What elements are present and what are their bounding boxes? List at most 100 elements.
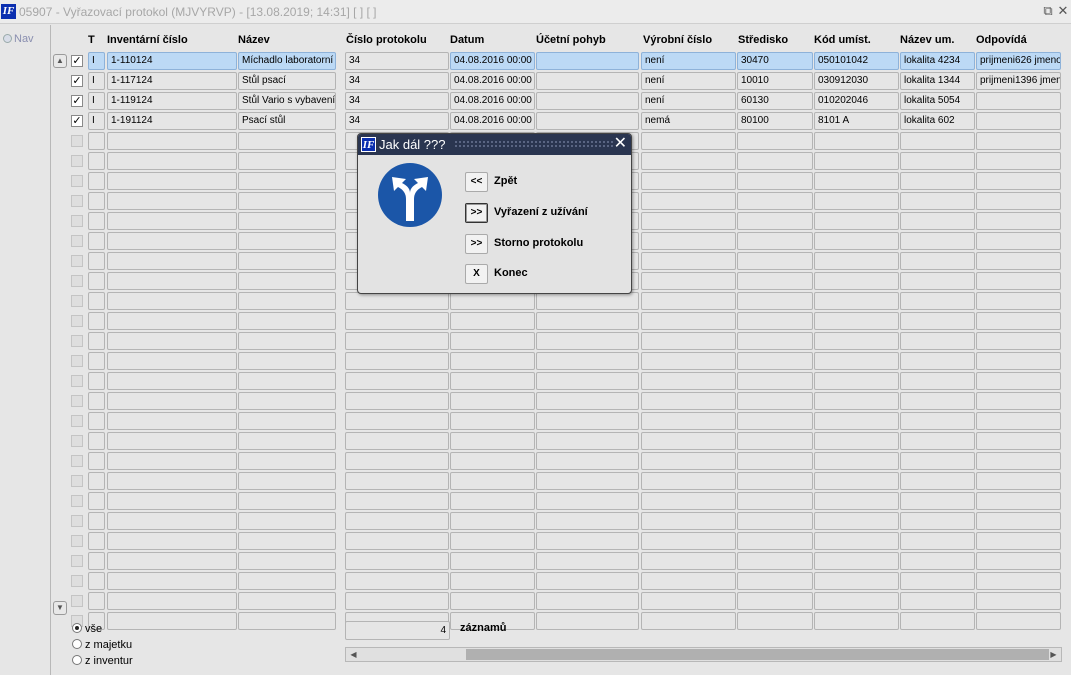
cell-kod[interactable]: 030912030 — [814, 72, 899, 90]
cell-kod[interactable] — [814, 572, 899, 590]
cell-pohyb[interactable] — [536, 532, 639, 550]
cell-kod[interactable] — [814, 212, 899, 230]
cell-inv[interactable]: 1-119124 — [107, 92, 237, 110]
cell-t[interactable] — [88, 412, 105, 430]
cell-pohyb[interactable] — [536, 312, 639, 330]
cell-vyrobni[interactable] — [641, 332, 736, 350]
dialog-titlebar[interactable]: IF Jak dál ??? ✕ — [358, 134, 631, 155]
cell-kod[interactable] — [814, 252, 899, 270]
row-checkbox[interactable] — [71, 335, 83, 347]
cell-pohyb[interactable] — [536, 392, 639, 410]
cell-datum[interactable] — [450, 412, 535, 430]
cell-vyrobni[interactable] — [641, 592, 736, 610]
cell-inv[interactable] — [107, 272, 237, 290]
close-window-icon[interactable]: ✕ — [1056, 4, 1070, 18]
cell-inv[interactable] — [107, 572, 237, 590]
cell-kod[interactable] — [814, 512, 899, 530]
cell-datum[interactable] — [450, 512, 535, 530]
cell-nazev[interactable] — [238, 172, 336, 190]
cell-stredisko[interactable] — [737, 352, 813, 370]
cell-t[interactable] — [88, 592, 105, 610]
cell-inv[interactable] — [107, 212, 237, 230]
row-checkbox[interactable] — [71, 435, 83, 447]
cell-datum[interactable] — [450, 312, 535, 330]
konec-button[interactable]: X — [465, 264, 488, 284]
cell-stredisko[interactable] — [737, 592, 813, 610]
cell-inv[interactable] — [107, 492, 237, 510]
cell-kod[interactable] — [814, 532, 899, 550]
restore-icon[interactable]: ⧉ — [1041, 4, 1055, 18]
cell-vyrobni[interactable] — [641, 612, 736, 630]
cell-pohyb[interactable] — [536, 612, 639, 630]
cell-nazev_um[interactable] — [900, 472, 975, 490]
cell-inv[interactable] — [107, 152, 237, 170]
cell-odpovida[interactable] — [976, 412, 1061, 430]
cell-kod[interactable]: 050101042 — [814, 52, 899, 70]
cell-kod[interactable]: 8101 A — [814, 112, 899, 130]
cell-t[interactable] — [88, 212, 105, 230]
cell-odpovida[interactable] — [976, 552, 1061, 570]
cell-vyrobni[interactable]: není — [641, 72, 736, 90]
cell-stredisko[interactable] — [737, 452, 813, 470]
cell-nazev_um[interactable]: lokalita 4234 — [900, 52, 975, 70]
cell-stredisko[interactable] — [737, 372, 813, 390]
cell-nazev[interactable] — [238, 212, 336, 230]
cell-inv[interactable] — [107, 472, 237, 490]
cell-protokol[interactable] — [345, 412, 449, 430]
cell-kod[interactable] — [814, 472, 899, 490]
cell-odpovida[interactable] — [976, 592, 1061, 610]
dialog-close-icon[interactable]: ✕ — [614, 135, 627, 153]
cell-nazev[interactable] — [238, 152, 336, 170]
cell-kod[interactable] — [814, 492, 899, 510]
cell-t[interactable] — [88, 152, 105, 170]
cell-t[interactable] — [88, 352, 105, 370]
cell-t[interactable] — [88, 532, 105, 550]
cell-t[interactable] — [88, 472, 105, 490]
cell-inv[interactable] — [107, 192, 237, 210]
cell-inv[interactable] — [107, 432, 237, 450]
cell-stredisko[interactable] — [737, 272, 813, 290]
cell-t[interactable]: I — [88, 72, 105, 90]
row-checkbox[interactable] — [71, 535, 83, 547]
cell-vyrobni[interactable] — [641, 252, 736, 270]
cell-t[interactable] — [88, 132, 105, 150]
cell-nazev_um[interactable] — [900, 572, 975, 590]
cell-datum[interactable] — [450, 572, 535, 590]
cell-t[interactable] — [88, 312, 105, 330]
cell-kod[interactable] — [814, 332, 899, 350]
cell-nazev_um[interactable] — [900, 432, 975, 450]
cell-protokol[interactable] — [345, 492, 449, 510]
cell-protokol[interactable] — [345, 532, 449, 550]
row-checkbox[interactable] — [71, 355, 83, 367]
cell-nazev[interactable] — [238, 132, 336, 150]
cell-t[interactable] — [88, 512, 105, 530]
cell-odpovida[interactable] — [976, 432, 1061, 450]
cell-odpovida[interactable] — [976, 472, 1061, 490]
cell-nazev[interactable] — [238, 272, 336, 290]
row-checkbox[interactable]: ✓ — [71, 75, 83, 87]
filter-option-vse[interactable]: vše — [72, 623, 102, 635]
cell-t[interactable] — [88, 432, 105, 450]
cell-inv[interactable] — [107, 612, 237, 630]
cell-kod[interactable] — [814, 352, 899, 370]
cell-odpovida[interactable] — [976, 132, 1061, 150]
cell-stredisko[interactable] — [737, 612, 813, 630]
cell-stredisko[interactable] — [737, 192, 813, 210]
cell-nazev_um[interactable] — [900, 232, 975, 250]
cell-inv[interactable] — [107, 552, 237, 570]
cell-datum[interactable] — [450, 292, 535, 310]
cell-vyrobni[interactable] — [641, 312, 736, 330]
row-checkbox[interactable] — [71, 415, 83, 427]
cell-t[interactable] — [88, 172, 105, 190]
cell-nazev_um[interactable] — [900, 292, 975, 310]
cell-nazev[interactable]: Stůl psací — [238, 72, 336, 90]
cell-t[interactable] — [88, 272, 105, 290]
cell-kod[interactable] — [814, 172, 899, 190]
cell-odpovida[interactable] — [976, 572, 1061, 590]
cell-pohyb[interactable] — [536, 512, 639, 530]
cell-nazev[interactable]: Stůl Vario s vybavením — [238, 92, 336, 110]
cell-nazev_um[interactable] — [900, 272, 975, 290]
cell-stredisko[interactable] — [737, 412, 813, 430]
cell-pohyb[interactable] — [536, 492, 639, 510]
cell-vyrobni[interactable] — [641, 352, 736, 370]
